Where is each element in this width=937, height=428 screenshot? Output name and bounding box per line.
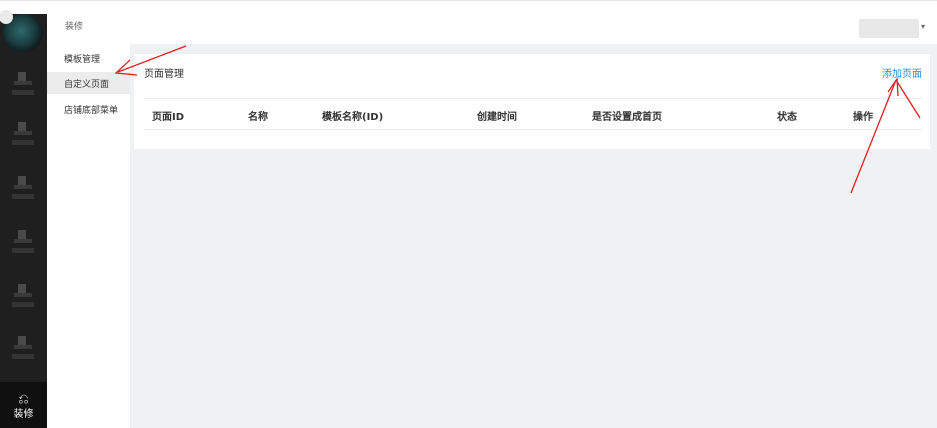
rail-icon-2 — [14, 122, 32, 136]
pages-table-header: 页面ID 名称 模板名称(ID) 创建时间 是否设置成首页 状态 操作 — [144, 98, 922, 130]
submenu-item-custom-page[interactable]: 自定义页面 — [47, 72, 130, 94]
column-header-created-time[interactable]: 创建时间 — [477, 108, 517, 123]
top-bar: ▾ — [130, 14, 937, 44]
rail-item-6[interactable] — [0, 330, 47, 370]
rail-label-placeholder — [12, 248, 34, 253]
top-border — [0, 0, 937, 1]
column-header-page-id[interactable]: 页面ID — [152, 108, 184, 123]
chevron-down-icon[interactable]: ▾ — [921, 22, 925, 31]
column-header-actions[interactable]: 操作 — [853, 108, 873, 123]
submenu-item-template-manage[interactable]: 模板管理 — [47, 47, 130, 69]
submenu-item-label: 自定义页面 — [64, 80, 110, 90]
rail-label-placeholder — [12, 90, 34, 95]
add-page-link[interactable]: 添加页面 — [882, 65, 922, 80]
rail-label-placeholder — [12, 354, 34, 359]
submenu-item-shop-footer-menu[interactable]: 店铺底部菜单 — [47, 98, 130, 120]
submenu-item-label: 店铺底部菜单 — [64, 106, 119, 116]
main-content: ▾ 页面管理 添加页面 页面ID 名称 模板名称(ID) 创建时间 是否设置成首… — [130, 14, 937, 428]
rail-item-5[interactable] — [0, 278, 47, 318]
decoration-icon: ⎌ — [18, 392, 29, 407]
column-header-set-as-home[interactable]: 是否设置成首页 — [592, 108, 662, 123]
avatar[interactable] — [0, 10, 43, 52]
rail-icon-1 — [14, 72, 32, 86]
rail-label-placeholder — [12, 140, 34, 145]
rail-icon-3 — [14, 176, 32, 190]
column-header-status[interactable]: 状态 — [777, 108, 797, 123]
rail-item-2[interactable] — [0, 116, 47, 156]
rail-item-1[interactable] — [0, 66, 47, 106]
column-header-name[interactable]: 名称 — [248, 108, 268, 123]
rail-item-4[interactable] — [0, 224, 47, 264]
rail-label-placeholder — [12, 194, 34, 199]
submenu: 装修 模板管理 自定义页面 店铺底部菜单 — [47, 14, 130, 428]
rail-item-decoration[interactable]: ⎌ 装修 — [0, 382, 47, 428]
user-menu[interactable] — [859, 19, 919, 38]
main-nav-rail: ⎌ 装修 — [0, 10, 47, 428]
rail-icon-6 — [14, 336, 32, 350]
rail-label-placeholder — [12, 302, 34, 307]
rail-item-label: 装修 — [13, 409, 34, 420]
column-header-template-name[interactable]: 模板名称(ID) — [322, 108, 383, 123]
submenu-title: 装修 — [65, 22, 84, 32]
page-management-panel: 页面管理 添加页面 页面ID 名称 模板名称(ID) 创建时间 是否设置成首页 … — [134, 54, 930, 149]
rail-icon-4 — [14, 230, 32, 244]
rail-icon-5 — [14, 284, 32, 298]
rail-item-3[interactable] — [0, 170, 47, 210]
submenu-item-label: 模板管理 — [64, 55, 101, 65]
page-title: 页面管理 — [144, 69, 184, 80]
